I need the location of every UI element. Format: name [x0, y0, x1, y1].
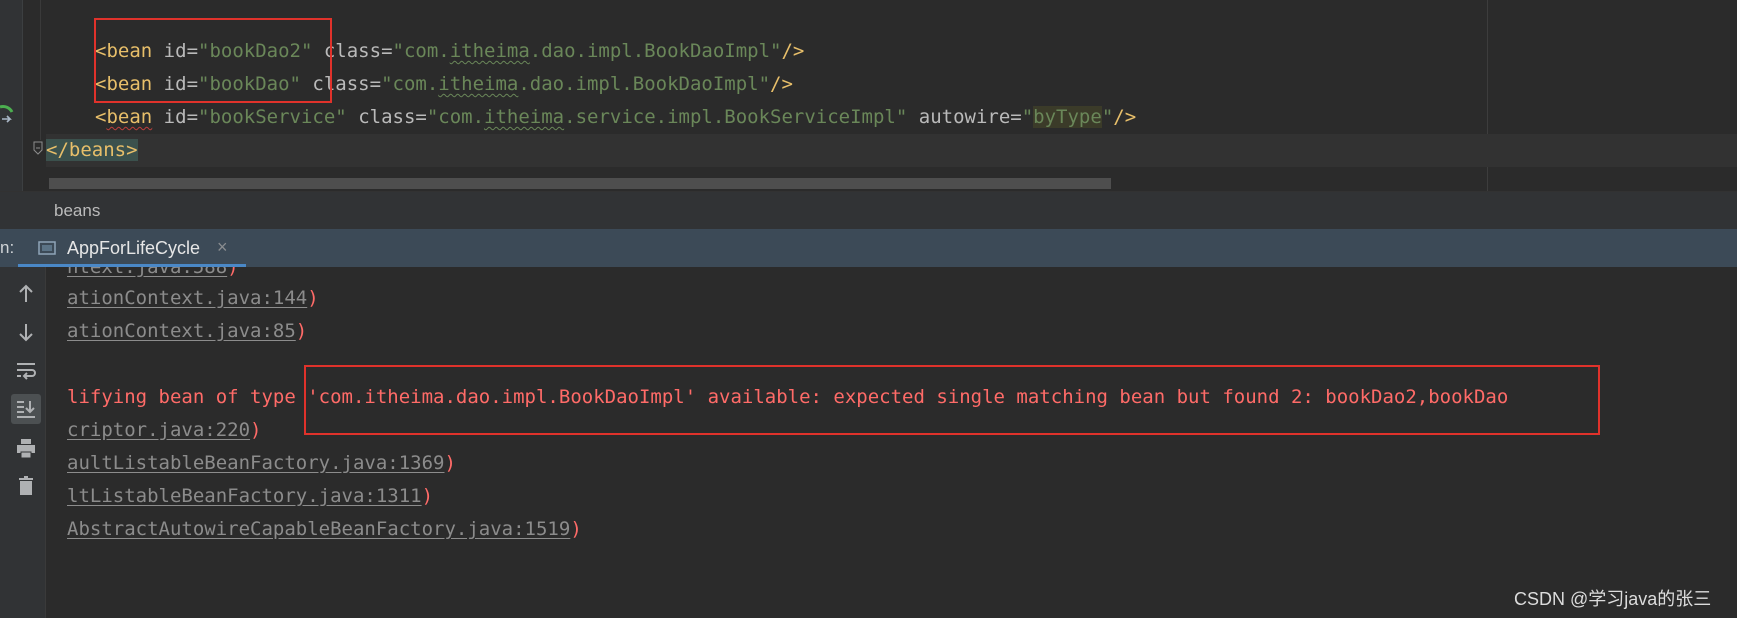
quote: " — [1021, 106, 1034, 128]
console-line: aultListableBeanFactory.java:1369) — [67, 447, 456, 480]
run-panel-label: n: — [0, 238, 15, 257]
console-line: ationContext.java:85) — [67, 315, 307, 348]
paren: ) — [227, 267, 239, 278]
tag-name: bean — [106, 106, 153, 128]
attr-class: class — [323, 40, 382, 62]
tag-name: beans — [68, 139, 127, 161]
annotation-highlight-box — [94, 18, 332, 103]
equals: = — [415, 106, 427, 128]
tab-label: AppForLifeCycle — [67, 238, 201, 258]
code-editor[interactable]: <bean id="bookDao2" class="com.itheima.d… — [0, 0, 1737, 191]
tag-close: > — [126, 139, 138, 161]
tag-open: </ — [46, 139, 69, 161]
tab-appforlifecycle[interactable]: AppForLifeCycle × — [18, 229, 246, 267]
autowire-gutter-icon[interactable] — [0, 103, 14, 125]
current-line-highlight — [46, 134, 1737, 167]
trash-icon[interactable] — [11, 471, 41, 501]
annotation-highlight-box — [304, 365, 1600, 435]
paren: ) — [295, 320, 308, 342]
console-icon — [38, 241, 56, 255]
tag-close: /> — [1113, 106, 1137, 128]
fold-guide — [40, 0, 41, 140]
fold-icon[interactable] — [33, 141, 43, 155]
attr-class-value: "com. — [392, 40, 450, 62]
console-line: ationContext.java:144) — [67, 282, 319, 315]
stacktrace-link[interactable]: ationContext.java:85 — [67, 320, 296, 342]
paren: ) — [444, 452, 456, 474]
breadcrumb-item-beans[interactable]: beans — [54, 201, 100, 221]
watermark: CSDN @学习java的张三 — [1514, 589, 1712, 609]
typo-highlight: itheima — [449, 40, 530, 62]
arrow-up-icon[interactable] — [11, 279, 41, 309]
tag-close: /> — [781, 40, 805, 62]
attr-class-value: .dao.impl.BookDaoImpl" — [518, 73, 771, 95]
console-line: ltListableBeanFactory.java:1311) — [67, 480, 433, 513]
code-line-beans-close[interactable]: </beans> — [46, 134, 138, 167]
matched-tag-highlight: </beans> — [46, 139, 138, 161]
paren: ) — [570, 518, 582, 540]
console-output[interactable]: ntext.java:588) ationContext.java:144) a… — [0, 267, 1737, 618]
attr-id-value: "bookService" — [198, 106, 347, 128]
paren: ) — [421, 485, 434, 507]
console-line: criptor.java:220) — [67, 414, 261, 447]
equals: = — [369, 73, 382, 95]
paren: ) — [307, 287, 319, 309]
tag-close: /> — [770, 73, 793, 95]
console-toolbar — [0, 267, 46, 618]
scroll-to-end-icon[interactable] — [11, 394, 41, 424]
stacktrace-link[interactable]: aultListableBeanFactory.java:1369 — [67, 452, 445, 474]
close-icon[interactable]: × — [217, 237, 228, 258]
attr-class: class — [358, 106, 416, 128]
run-tool-window-header: n: AppForLifeCycle × — [0, 229, 1737, 267]
attr-id: id — [163, 106, 187, 128]
equals: = — [186, 106, 199, 128]
print-icon[interactable] — [11, 433, 41, 463]
stacktrace-link[interactable]: ltListableBeanFactory.java:1311 — [67, 485, 422, 507]
editor-gutter — [0, 0, 22, 191]
soft-wrap-icon[interactable] — [11, 355, 41, 385]
stacktrace-link[interactable]: AbstractAutowireCapableBeanFactory.java:… — [67, 518, 570, 540]
arrow-down-icon[interactable] — [11, 317, 41, 347]
tag-open: < — [95, 106, 107, 128]
gutter-divider — [22, 0, 23, 191]
paren: ) — [250, 419, 262, 441]
equals: = — [381, 40, 393, 62]
stacktrace-link[interactable]: ntext.java:588 — [67, 267, 227, 278]
attr-autowire: autowire — [918, 106, 1011, 128]
attr-class-value: "com. — [426, 106, 485, 128]
console-line: AbstractAutowireCapableBeanFactory.java:… — [67, 513, 582, 546]
attr-class-value: "com. — [381, 73, 439, 95]
attr-autowire-value: byType — [1033, 106, 1102, 128]
typo-highlight: itheima — [438, 73, 519, 95]
stacktrace-link[interactable]: ationContext.java:144 — [67, 287, 307, 309]
horizontal-scrollbar[interactable] — [49, 178, 1111, 189]
quote: " — [1101, 106, 1114, 128]
breadcrumb: beans — [0, 191, 1737, 230]
attr-class-value: .service.impl.BookServiceImpl" — [564, 106, 908, 128]
attr-class-value: .dao.impl.BookDaoImpl" — [529, 40, 782, 62]
code-line-bean-bookservice[interactable]: <bean id="bookService" class="com.itheim… — [95, 101, 1136, 134]
stacktrace-link[interactable]: criptor.java:220 — [67, 419, 250, 441]
typo-highlight: itheima — [484, 106, 565, 128]
equals: = — [1010, 106, 1022, 128]
